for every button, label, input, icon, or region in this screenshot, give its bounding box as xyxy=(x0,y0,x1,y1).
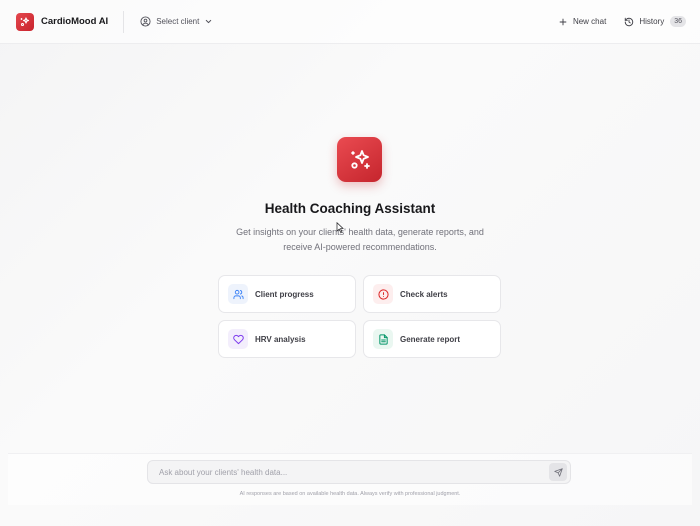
check-alerts-card[interactable]: Check alerts xyxy=(363,275,501,313)
client-progress-card[interactable]: Client progress xyxy=(218,275,356,313)
user-circle-icon xyxy=(140,16,151,27)
mouse-cursor-icon xyxy=(336,222,344,233)
plus-icon xyxy=(559,18,567,25)
sparkles-icon xyxy=(350,149,370,169)
history-button[interactable]: History 36 xyxy=(624,16,686,27)
card-icon-box xyxy=(373,284,393,304)
chat-input[interactable] xyxy=(159,467,549,477)
sparkle-icon xyxy=(20,16,30,26)
users-icon xyxy=(232,289,244,299)
assistant-logo xyxy=(337,137,382,182)
heart-icon xyxy=(232,334,244,344)
card-label: Client progress xyxy=(255,289,314,299)
logo xyxy=(16,12,34,31)
file-text-icon xyxy=(378,333,388,345)
card-label: Check alerts xyxy=(400,289,448,299)
new-chat-button[interactable]: New chat xyxy=(558,17,606,27)
client-select-label: Select client xyxy=(156,17,200,26)
history-icon xyxy=(625,17,634,26)
card-icon-box xyxy=(373,329,393,349)
card-label: HRV analysis xyxy=(255,334,306,344)
app-title: CardioMood AI xyxy=(41,16,109,27)
generate-report-card[interactable]: Generate report xyxy=(363,320,501,358)
chat-input-container xyxy=(147,460,571,484)
card-icon-box xyxy=(228,284,248,304)
card-icon-box xyxy=(228,329,248,349)
top-bar: CardioMood AI Select client New chat His… xyxy=(0,0,700,44)
history-count-badge: 36 xyxy=(670,16,686,27)
new-chat-label: New chat xyxy=(572,17,607,26)
ai-disclaimer: AI responses are based on available heal… xyxy=(239,491,461,497)
alert-circle-icon xyxy=(377,288,389,300)
header-divider xyxy=(123,10,125,33)
send-button[interactable] xyxy=(549,463,567,481)
page-subtitle: Get insights on your clients' health dat… xyxy=(236,227,484,252)
hrv-analysis-card[interactable]: HRV analysis xyxy=(218,320,356,358)
chevron-down-icon xyxy=(206,19,212,24)
send-icon xyxy=(553,467,563,477)
page-title: Health Coaching Assistant xyxy=(264,201,436,216)
card-label: Generate report xyxy=(400,334,461,344)
history-label: History xyxy=(639,17,665,26)
client-select-dropdown[interactable]: Select client xyxy=(140,16,213,27)
